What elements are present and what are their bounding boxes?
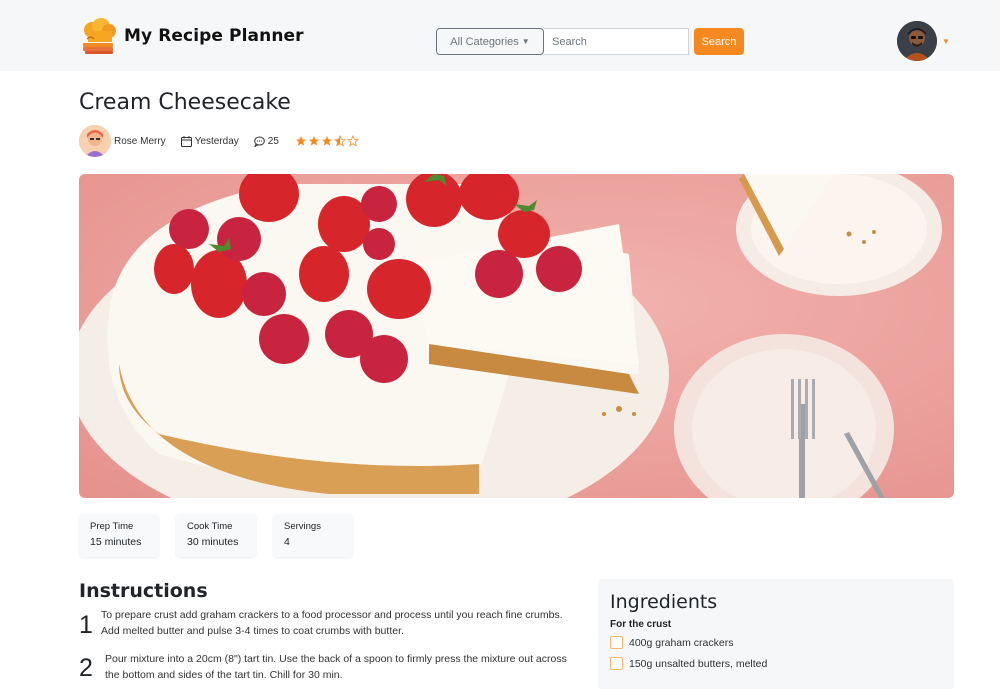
instructions-heading: Instructions <box>79 580 208 602</box>
recipe-info-cards: Prep Time 15 minutes Cook Time 30 minute… <box>79 514 353 557</box>
cook-time-card: Cook Time 30 minutes <box>176 514 256 557</box>
search-input[interactable] <box>544 28 689 55</box>
step-text: Pour mixture into a 20cm (8") tart tin. … <box>105 651 567 683</box>
instruction-step: 2 Pour mixture into a 20cm (8") tart tin… <box>79 651 567 683</box>
author-avatar-image <box>79 125 111 157</box>
calendar-icon <box>180 135 192 147</box>
star-half-icon <box>333 135 346 147</box>
step-text: To prepare crust add graham crackers to … <box>101 607 563 640</box>
chef-hat-logo-icon <box>83 18 116 54</box>
prep-time-card: Prep Time 15 minutes <box>79 514 159 557</box>
ingredients-section-title: For the crust <box>610 619 672 630</box>
ingredient-item[interactable]: 150g unsalted butters, melted <box>610 657 942 670</box>
ingredient-item[interactable]: 400g graham crackers <box>610 636 942 649</box>
recipe-title: Cream Cheesecake <box>79 90 291 115</box>
author-name[interactable]: Rose Merry <box>114 136 166 147</box>
search-button[interactable]: Search <box>694 28 744 55</box>
info-label: Prep Time <box>90 521 134 532</box>
step-line: Pour mixture into a 20cm (8") tart tin. … <box>105 653 567 665</box>
star-full-icon <box>295 136 306 146</box>
star-empty-icon <box>346 135 359 147</box>
user-avatar[interactable] <box>897 21 937 61</box>
instruction-step: 1 To prepare crust add graham crackers t… <box>79 607 563 640</box>
search-bar: All Categories ▼ Search <box>436 28 744 55</box>
recipe-hero-image <box>79 174 954 498</box>
cheesecake-photo <box>79 174 954 498</box>
info-label: Cook Time <box>187 521 233 532</box>
star-full-icon <box>321 136 332 146</box>
user-menu[interactable]: ▼ <box>897 21 950 61</box>
caret-down-icon: ▼ <box>521 37 530 46</box>
ingredient-checkbox[interactable] <box>610 657 623 670</box>
info-label: Servings <box>284 521 321 532</box>
ingredient-checkbox[interactable] <box>610 636 623 649</box>
comment-count-label: 25 <box>267 135 279 147</box>
step-line: To prepare crust add graham crackers to … <box>101 609 563 621</box>
ingredients-heading: Ingredients <box>610 591 718 613</box>
top-navbar: My Recipe Planner All Categories ▼ Searc… <box>0 0 1000 71</box>
info-value: 4 <box>284 536 290 548</box>
category-label: All Categories <box>450 35 519 48</box>
post-date: Yesterday <box>180 135 239 147</box>
info-value: 30 minutes <box>187 536 239 548</box>
author-avatar[interactable] <box>79 125 111 157</box>
star-full-icon <box>308 136 319 146</box>
category-dropdown[interactable]: All Categories ▼ <box>436 28 544 55</box>
user-avatar-image <box>897 21 937 61</box>
rating-stars[interactable] <box>295 135 359 147</box>
post-date-label: Yesterday <box>194 135 239 147</box>
recipe-meta: Rose Merry Yesterday 25 <box>79 125 359 157</box>
ingredient-label: 150g unsalted butters, melted <box>629 657 768 670</box>
caret-down-icon: ▼ <box>942 36 950 46</box>
step-number: 1 <box>79 611 93 639</box>
ingredients-panel: Ingredients For the crust 400g graham cr… <box>598 579 954 689</box>
servings-card: Servings 4 <box>273 514 353 557</box>
comment-count[interactable]: 25 <box>253 135 279 147</box>
step-number: 2 <box>79 654 93 682</box>
brand[interactable]: My Recipe Planner <box>79 17 304 55</box>
chat-bubble-icon <box>253 136 265 147</box>
info-value: 15 minutes <box>90 536 142 548</box>
ingredient-label: 400g graham crackers <box>629 636 734 649</box>
brand-title: My Recipe Planner <box>124 26 304 46</box>
step-line: Add melted butter and pulse 3-4 times to… <box>101 625 404 637</box>
